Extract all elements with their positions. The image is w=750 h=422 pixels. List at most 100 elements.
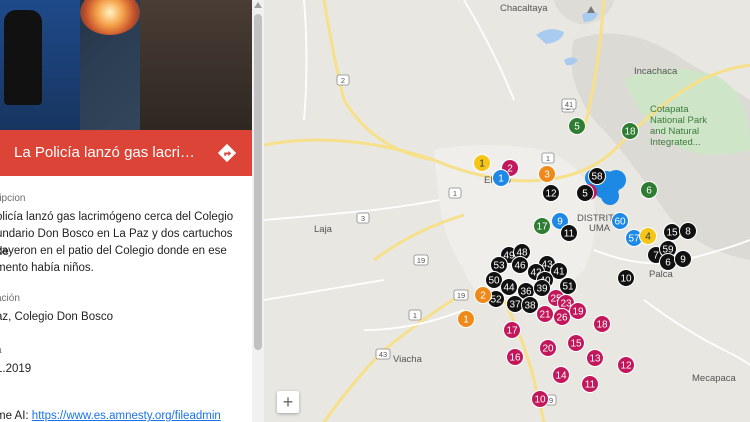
marker-label: 18 [596,320,608,331]
marker-blue-60[interactable]: 60 [611,212,629,230]
marker-label: 10 [534,395,546,406]
marker-label: 10 [620,274,632,285]
marker-black-44[interactable]: 44 [500,278,518,296]
marker-green-6[interactable]: 6 [640,181,658,199]
description-line-1: olicía lanzó gas lacrimógeno cerca del C… [0,211,234,223]
marker-orange-2[interactable]: 2 [474,286,492,304]
marker-black-12[interactable]: 12 [542,184,560,202]
marker-label: 5 [582,189,588,200]
marker-label: 18 [624,127,636,138]
marker-label: 5 [574,122,580,133]
marker-magenta-16[interactable]: 16 [506,348,524,366]
label-cotapata-3: and Natural [650,126,699,137]
marker-black-9[interactable]: 9 [674,250,692,268]
directions-icon[interactable] [216,142,238,164]
marker-label: 39 [536,284,548,295]
marker-blue-1[interactable]: 1 [492,169,510,187]
marker-magenta-10[interactable]: 10 [531,390,549,408]
label-incachaca: Incachaca [634,66,678,77]
marker-magenta-12[interactable]: 12 [617,356,635,374]
marker-orange-3[interactable]: 3 [538,165,556,183]
title-bar: La Policía lanzó gas lacri… [0,130,252,176]
source-link[interactable]: https://www.es.amnesty.org/fileadmin [32,410,221,422]
marker-label: 2 [480,291,486,302]
label-viacha: Viacha [393,354,423,365]
label-cotapata-1: Cotapata [650,104,689,115]
marker-label: 16 [509,353,521,364]
description-label: ripcion [0,193,26,204]
marker-black-50[interactable]: 50 [485,271,503,289]
marker-green-17[interactable]: 17 [533,217,551,235]
marker-magenta-26[interactable]: 26 [553,308,571,326]
location-label: ación [0,293,20,304]
date-value: 1.2019 [0,363,32,375]
marker-green-5[interactable]: 5 [568,117,586,135]
marker-magenta-19[interactable]: 19 [569,302,587,320]
marker-black-38[interactable]: 38 [521,296,539,314]
svg-text:19: 19 [457,291,465,300]
marker-label: 11 [585,380,596,391]
marker-black-6[interactable]: 6 [659,253,677,271]
marker-label: 57 [628,234,640,245]
marker-black-46[interactable]: 46 [511,256,529,274]
marker-label: 8 [685,227,691,238]
marker-label: 20 [542,344,554,355]
marker-label: 19 [572,307,584,318]
marker-yellow-4[interactable]: 4 [639,227,657,245]
marker-magenta-20[interactable]: 20 [539,339,557,357]
marker-label: 50 [488,276,500,287]
marker-yellow-1[interactable]: 1 [473,154,491,172]
marker-orange-1[interactable]: 1 [457,310,475,328]
marker-black-58[interactable]: 58 [588,167,606,185]
marker-label: 17 [536,222,548,233]
description-line-3: cayeron en el patio del Colegio donde en… [0,245,227,257]
svg-text:3: 3 [361,214,365,223]
marker-label: 38 [524,301,536,312]
marker-black-39[interactable]: 39 [533,279,551,297]
label-distrito-2: UMA [589,223,611,234]
marker-label: 12 [620,361,632,372]
marker-label: 36 [520,287,532,298]
marker-label: 6 [665,258,671,269]
map-canvas[interactable]: 2 1 2 41 3 1 19 19 43 1 19 Chacaltaya In… [264,0,750,422]
marker-magenta-14[interactable]: 14 [552,366,570,384]
marker-label: 51 [562,282,574,293]
marker-green-18[interactable]: 18 [621,122,639,140]
photo-police-figure [4,10,42,105]
marker-label: 3 [544,170,550,181]
marker-label: 15 [666,228,678,239]
marker-label: 21 [539,310,551,321]
panel-scrollbar[interactable] [252,0,264,422]
marker-label: 14 [555,371,567,382]
label-cotapata-4: Integrated... [650,137,701,148]
marker-black-8[interactable]: 8 [679,222,697,240]
marker-label: 53 [493,261,505,272]
marker-magenta-13[interactable]: 13 [586,349,604,367]
marker-black-5[interactable]: 5 [576,184,594,202]
zoom-in-button[interactable]: + [277,391,299,413]
scroll-up-arrow-icon[interactable] [254,2,262,8]
marker-label: 9 [680,255,686,266]
svg-text:41: 41 [565,100,573,109]
marker-label: 37 [509,300,521,311]
svg-text:43: 43 [379,350,387,359]
marker-black-53[interactable]: 53 [490,256,508,274]
svg-text:1: 1 [453,189,457,198]
date-label: a [0,345,2,356]
marker-magenta-15[interactable]: 15 [567,334,585,352]
marker-magenta-21[interactable]: 21 [536,305,554,323]
photo-tear-gas-burst [80,0,140,35]
marker-label: 17 [506,326,518,337]
marker-black-37[interactable]: 37 [506,295,524,313]
marker-label: 41 [553,267,565,278]
marker-magenta-18[interactable]: 18 [593,315,611,333]
photo-wall [140,0,252,130]
marker-black-11[interactable]: 11 [560,224,578,242]
place-title: La Policía lanzó gas lacri… [14,144,195,161]
scroll-thumb[interactable] [254,14,262,350]
marker-black-10[interactable]: 10 [617,269,635,287]
marker-magenta-17[interactable]: 17 [503,321,521,339]
marker-magenta-11[interactable]: 11 [581,375,599,393]
marker-black-15[interactable]: 15 [663,223,681,241]
source-prefix: me AI: [0,410,29,422]
